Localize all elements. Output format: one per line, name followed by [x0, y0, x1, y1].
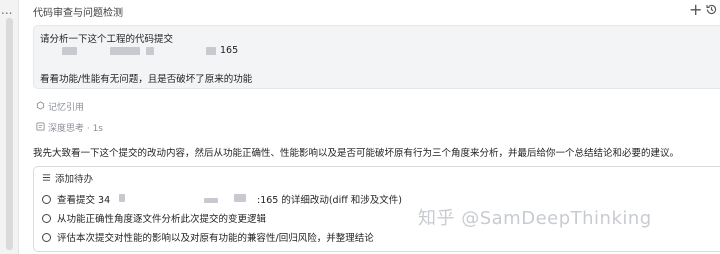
thinking-icon [35, 122, 46, 134]
more-dots[interactable]: ... [1, 3, 12, 17]
todo-checkbox[interactable] [42, 195, 51, 204]
user-message-line-2: 165 [220, 45, 239, 56]
assistant-answer: 我先大致看一下这个提交的改动内容，然后从功能正确性、性能影响以及是否可能破坏原有… [33, 148, 680, 159]
deep-thinking[interactable]: 深度思考 · 1s [35, 121, 103, 134]
deep-thinking-label: 深度思考 · 1s [48, 124, 103, 134]
redacted-block [62, 47, 77, 55]
watermark: 知乎 @SamDeepThinking [418, 208, 652, 229]
todo-item-text: 查看提交 34 [57, 195, 111, 206]
redacted-block [119, 194, 125, 202]
todo-item-text: 从功能正确性角度逐文件分析此次提交的变更逻辑 [57, 214, 267, 225]
todo-checkbox[interactable] [42, 214, 51, 223]
todo-item-text: 评估本次提交对性能的影响以及对原有功能的兼容性/回归风险，并整理结论 [57, 233, 374, 244]
scrollbar-thumb[interactable] [6, 18, 13, 250]
redacted-block [146, 47, 154, 55]
user-message: 请分析一下这个工程的代码提交 165 看看功能/性能有无问题，且是否破坏了原来的… [33, 25, 720, 89]
history-icon[interactable] [705, 1, 718, 19]
user-message-line-1: 请分析一下这个工程的代码提交 [40, 34, 174, 45]
todo-item-suffix: :165 的详细改动(diff 和涉及文件) [257, 195, 403, 206]
memory-reference[interactable]: 记忆引用 [35, 100, 84, 113]
todo-item[interactable]: 评估本次提交对性能的影响以及对原有功能的兼容性/回归风险，并整理结论 [42, 230, 374, 244]
redacted-block [234, 194, 246, 202]
chat-title: 代码审查与问题检测 [33, 8, 123, 19]
memory-reference-label: 记忆引用 [48, 103, 85, 113]
redacted-block [110, 47, 140, 55]
plus-icon[interactable]: + [689, 1, 702, 19]
todo-item[interactable]: 查看提交 34 [42, 192, 110, 206]
redacted-block [206, 47, 216, 55]
redacted-block [204, 198, 218, 203]
user-message-line-3: 看看功能/性能有无问题，且是否破坏了原来的功能 [40, 74, 253, 85]
todo-checkbox[interactable] [42, 233, 51, 242]
memory-icon [35, 101, 46, 113]
list-icon [42, 173, 51, 185]
todo-title: 添加待办 [55, 174, 94, 185]
todo-item[interactable]: 从功能正确性角度逐文件分析此次提交的变更逻辑 [42, 211, 266, 225]
left-strip: ... [0, 0, 19, 254]
todo-header: 添加待办 [42, 171, 93, 185]
